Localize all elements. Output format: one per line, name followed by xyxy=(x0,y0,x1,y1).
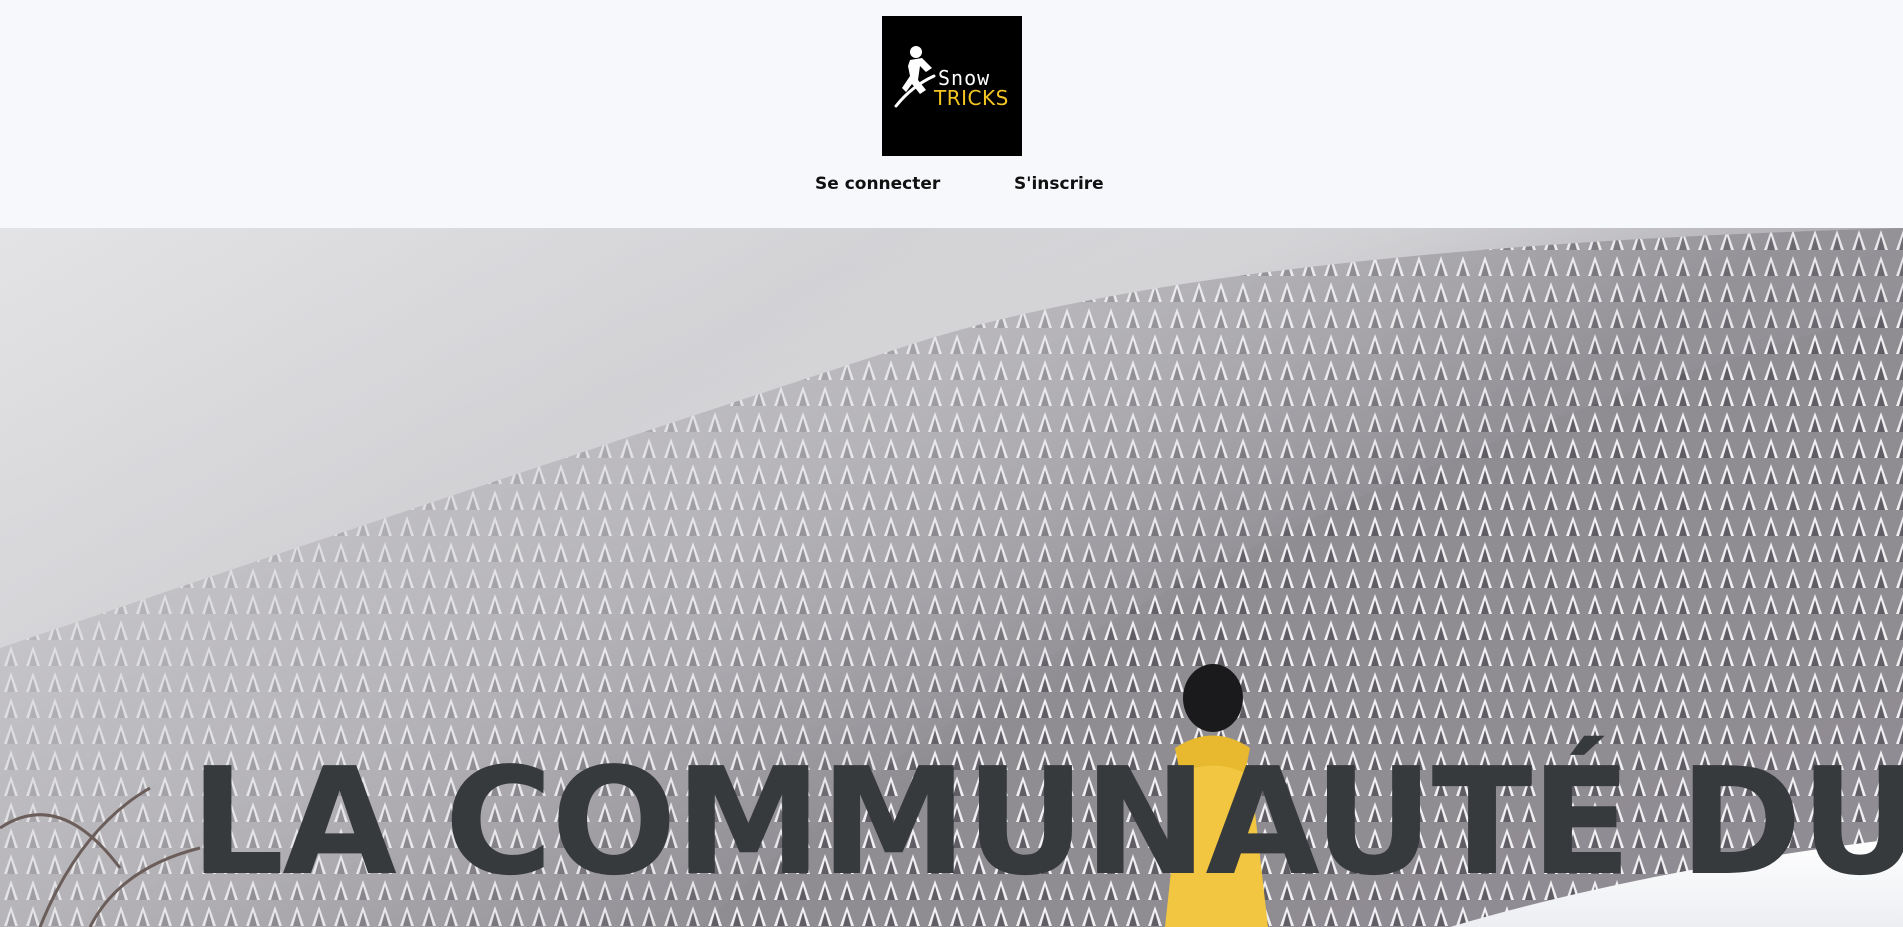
site-logo[interactable]: Snow TRICKS xyxy=(882,16,1022,156)
logo-text-tricks: TRICKS xyxy=(934,86,1009,110)
signup-link[interactable]: S'inscrire xyxy=(1014,174,1104,194)
site-header: Snow TRICKS Se connecter S'inscrire xyxy=(0,0,1903,228)
login-link[interactable]: Se connecter xyxy=(815,174,940,194)
hero-section: LA COMMUNAUTÉ DU xyxy=(0,228,1903,927)
hero-title: LA COMMUNAUTÉ DU xyxy=(190,736,1903,908)
main-nav: Se connecter S'inscrire xyxy=(0,174,1903,204)
